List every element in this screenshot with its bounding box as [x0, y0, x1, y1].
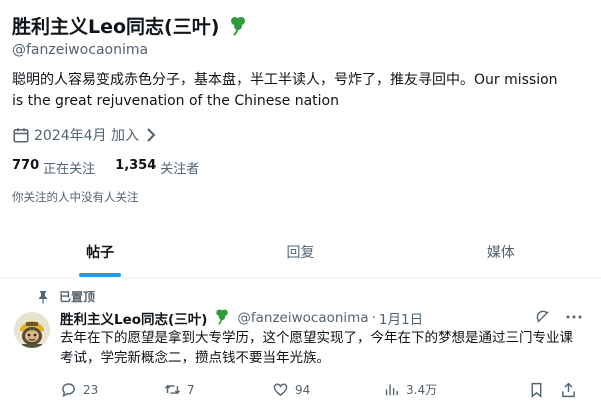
- joined-label: 2024年4月 加入: [34, 128, 139, 144]
- bookmark-icon: [531, 382, 542, 398]
- tweet-header: 胜利主义Leo同志(三叶) @fanzeiwocaonima · 1月1日: [60, 307, 423, 329]
- no-mutual-followers: 你关注的人中没有人关注: [12, 190, 139, 204]
- avatar[interactable]: [14, 312, 50, 348]
- profile-tabs: 帖子 回复 媒体: [0, 226, 601, 278]
- tab-posts[interactable]: 帖子: [0, 226, 200, 277]
- tweet-text: 去年在下的愿望是拿到大专学历，这个愿望实现了，今年在下的梦想是通过三门专业课考试…: [60, 330, 573, 366]
- tweet-actions: 23 7 94 3.4万: [60, 381, 580, 403]
- reply-button[interactable]: 23: [60, 381, 98, 398]
- chevron-right-icon: [147, 128, 156, 142]
- tab-replies-label: 回复: [286, 244, 315, 261]
- share-icon: [562, 382, 575, 398]
- followers-label: 关注者: [160, 162, 200, 177]
- clover-icon: [227, 14, 249, 36]
- followers-link[interactable]: 1,354 关注者: [115, 158, 199, 177]
- display-name-row: 胜利主义Leo同志(三叶): [12, 10, 249, 40]
- share-button[interactable]: [560, 381, 583, 399]
- tweet-author-name[interactable]: 胜利主义Leo同志(三叶): [60, 308, 207, 328]
- tab-media[interactable]: 媒体: [401, 226, 601, 277]
- repost-count: 7: [187, 382, 195, 397]
- pinned-indicator: 已置顶: [37, 288, 95, 305]
- like-count: 94: [295, 382, 311, 397]
- grok-icon[interactable]: [535, 309, 551, 325]
- tweet-author-handle[interactable]: @fanzeiwocaonima: [237, 310, 368, 326]
- views-button[interactable]: 3.4万: [383, 381, 437, 398]
- calendar-icon: [13, 128, 29, 143]
- profile-handle: @fanzeiwocaonima: [12, 42, 149, 58]
- like-icon: [273, 383, 288, 397]
- separator-dot: ·: [371, 310, 376, 326]
- following-link[interactable]: 770 正在关注: [12, 158, 95, 177]
- repost-icon: [164, 384, 181, 395]
- clover-icon: [213, 307, 231, 329]
- display-name: 胜利主义Leo同志(三叶): [12, 15, 220, 38]
- like-button[interactable]: 94: [272, 381, 310, 398]
- tab-replies[interactable]: 回复: [200, 226, 400, 277]
- tab-posts-label: 帖子: [86, 244, 115, 261]
- bookmark-button[interactable]: [528, 381, 551, 399]
- joined-date[interactable]: 2024年4月 加入: [12, 124, 161, 146]
- follow-stats: 770 正在关注 1,354 关注者: [12, 158, 219, 177]
- following-count: 770: [12, 158, 40, 173]
- tweet-date[interactable]: 1月1日: [379, 308, 423, 328]
- tweet-header-icons: [521, 309, 583, 325]
- repost-button[interactable]: 7: [164, 381, 195, 398]
- pinned-tweet[interactable]: 已置顶 胜利主义Leo同志(三叶) @fanzeiwocaonima · 1月1…: [0, 279, 601, 417]
- following-label: 正在关注: [43, 162, 96, 177]
- tab-media-label: 媒体: [486, 244, 515, 261]
- views-icon: [385, 384, 398, 396]
- reply-count: 23: [83, 382, 99, 397]
- active-tab-indicator: [79, 273, 122, 277]
- profile-bio: 聪明的人容易变成赤色分子，基本盘，半工半读人，号炸了，推友寻回中。Our mis…: [12, 72, 558, 109]
- followers-count: 1,354: [115, 158, 157, 173]
- more-icon[interactable]: [565, 309, 583, 325]
- pin-icon: [39, 290, 47, 304]
- reply-icon: [62, 383, 75, 398]
- pinned-label: 已置顶: [59, 290, 96, 304]
- views-count: 3.4万: [406, 383, 438, 397]
